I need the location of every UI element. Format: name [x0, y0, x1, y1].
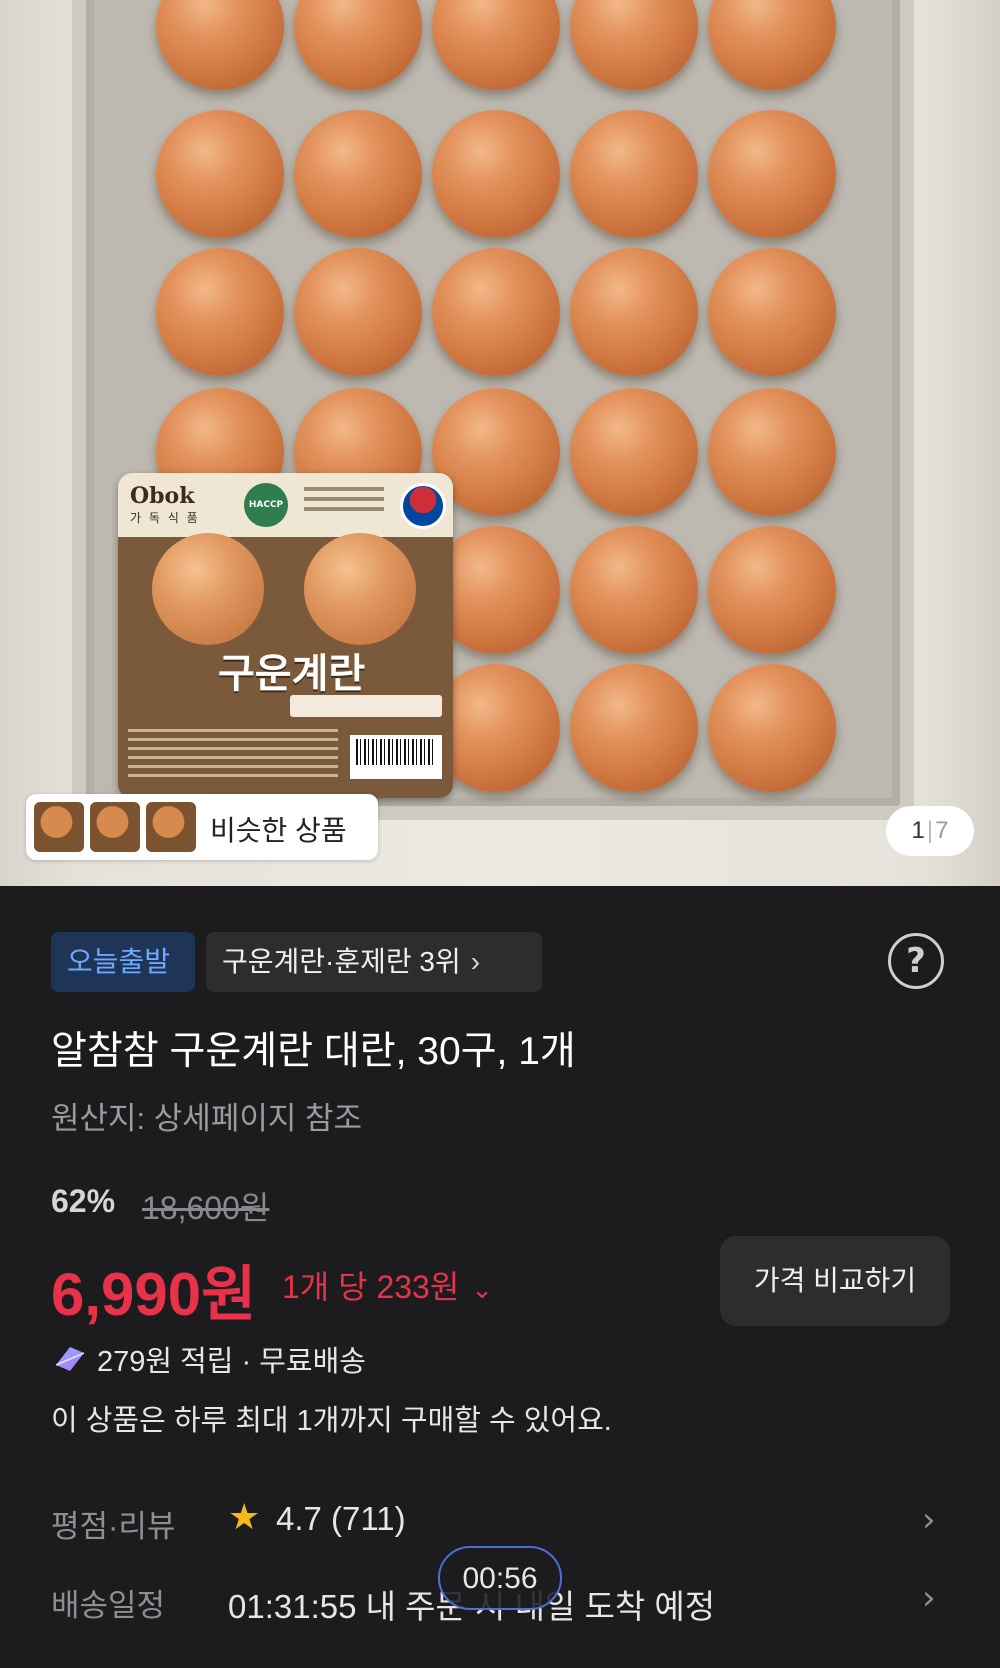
- egg: [708, 110, 836, 238]
- package-fine-print: [128, 729, 338, 783]
- egg: [570, 248, 698, 376]
- egg: [570, 110, 698, 238]
- pager-total: 7: [935, 817, 949, 844]
- pager-current: 1: [911, 817, 925, 844]
- product-image[interactable]: Obok 가 독 식 품 HACCP 구운계란 비슷한 상품 1|7: [0, 0, 1000, 886]
- egg: [570, 388, 698, 516]
- shipping-chevron-right-icon[interactable]: ›: [922, 1578, 936, 1618]
- brand-logo: Obok 가 독 식 품: [130, 483, 200, 525]
- egg: [570, 526, 698, 654]
- egg: [708, 248, 836, 376]
- category-rank-link[interactable]: 구운계란·훈제란 3위 ›: [206, 932, 542, 992]
- unit-price-label: 1개 당 233원: [282, 1269, 460, 1305]
- product-origin: 원산지: 상세페이지 참조: [51, 1101, 363, 1136]
- reward-icon: [55, 1347, 85, 1371]
- barcode: [350, 735, 442, 779]
- rating-chevron-right-icon[interactable]: ›: [922, 1500, 936, 1540]
- rating-review-label: 평점·리뷰: [51, 1509, 176, 1544]
- help-icon[interactable]: ?: [888, 933, 944, 989]
- countdown-timer: 00:56: [438, 1546, 562, 1610]
- package-title: 구운계란: [218, 651, 366, 697]
- category-rank-label: 구운계란·훈제란 3위: [222, 946, 461, 977]
- egg-package: Obok 가 독 식 품 HACCP 구운계란: [118, 473, 453, 798]
- shipping-schedule-label: 배송일정: [51, 1588, 166, 1623]
- chevron-down-icon: ⌄: [471, 1274, 494, 1304]
- egg: [294, 110, 422, 238]
- package-egg: [152, 533, 264, 645]
- discount-rate: 62%: [51, 1183, 116, 1219]
- similar-thumbnail: [146, 802, 196, 852]
- egg: [708, 388, 836, 516]
- package-egg: [304, 533, 416, 645]
- similar-products-button[interactable]: 비슷한 상품: [26, 794, 378, 860]
- egg: [570, 664, 698, 792]
- today-shipping-badge: 오늘출발: [51, 932, 195, 992]
- unit-price-toggle[interactable]: 1개 당 233원 ⌄: [282, 1262, 493, 1308]
- similar-thumbnail: [90, 802, 140, 852]
- egg: [294, 248, 422, 376]
- original-price: 18,600원: [142, 1190, 270, 1226]
- similar-thumbnail: [34, 802, 84, 852]
- chevron-right-icon: ›: [470, 946, 481, 977]
- haccp-badge: HACCP: [244, 483, 288, 527]
- similar-products-label: 비슷한 상품: [210, 815, 347, 846]
- image-pager: 1|7: [886, 806, 974, 856]
- egg: [156, 248, 284, 376]
- egg: [432, 248, 560, 376]
- product-title: 알참참 구운계란 대란, 30구, 1개: [51, 1030, 576, 1073]
- reward-shipping-info: 279원 적립 · 무료배송: [97, 1346, 366, 1378]
- egg: [156, 110, 284, 238]
- package-label: [290, 695, 442, 717]
- pager-separator: |: [926, 817, 934, 844]
- star-icon: ★: [228, 1497, 261, 1538]
- egg: [708, 664, 836, 792]
- purchase-limit-notice: 이 상품은 하루 최대 1개까지 구매할 수 있어요.: [51, 1405, 612, 1437]
- price-compare-button[interactable]: 가격 비교하기: [720, 1236, 950, 1326]
- egg: [432, 110, 560, 238]
- korea-mark-icon: [400, 483, 446, 529]
- sale-price: 6,990원: [51, 1261, 257, 1328]
- package-text-lines: [304, 487, 384, 517]
- rating-value[interactable]: 4.7 (711): [276, 1500, 406, 1538]
- egg: [708, 526, 836, 654]
